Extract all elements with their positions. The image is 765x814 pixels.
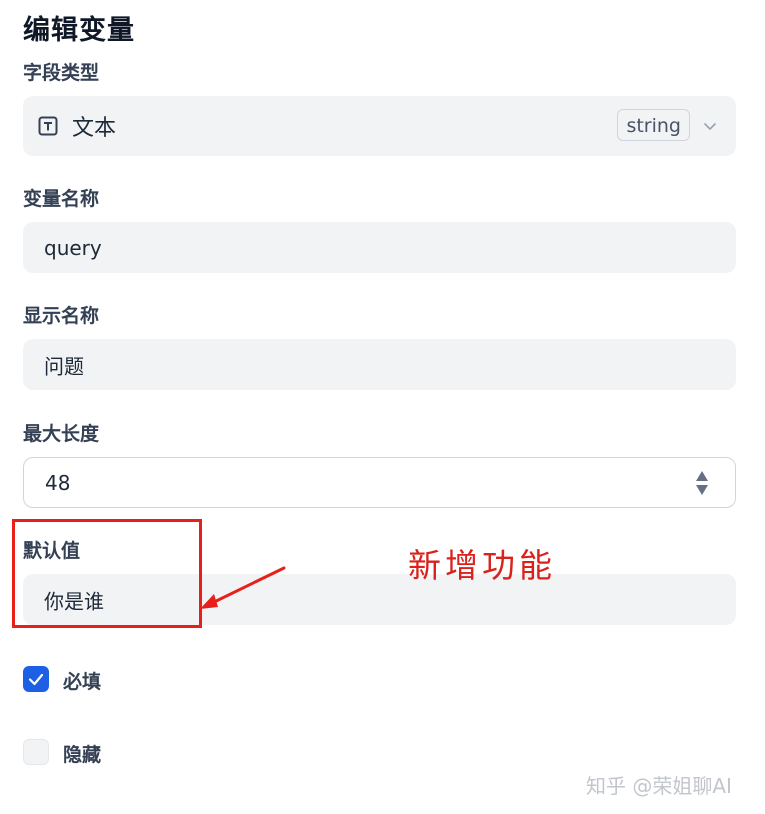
field-type-label: 字段类型 (23, 62, 100, 84)
hidden-checkbox[interactable] (23, 739, 49, 765)
variable-name-label: 变量名称 (23, 188, 100, 210)
annotation-arrow-icon (200, 566, 286, 609)
display-name-value: 问题 (44, 354, 84, 378)
field-type-badge: string (617, 109, 690, 141)
max-length-label: 最大长度 (23, 423, 100, 445)
text-type-icon (38, 116, 58, 136)
field-type-value: 文本 (72, 116, 117, 141)
required-checkbox[interactable] (23, 666, 49, 692)
dialog-title: 编辑变量 (23, 15, 135, 46)
field-type-select[interactable]: 文本 string (23, 96, 736, 156)
chevron-down-icon[interactable] (702, 118, 718, 134)
variable-name-value: query (44, 235, 102, 260)
new-feature-annotation: 新增功能 (408, 546, 556, 585)
display-name-input[interactable]: 问题 (23, 339, 736, 390)
variable-name-input[interactable]: query (23, 222, 736, 273)
hidden-label: 隐藏 (63, 744, 102, 766)
watermark: 知乎 @荣姐聊AI (586, 774, 732, 798)
max-length-value: 48 (45, 470, 71, 495)
display-name-label: 显示名称 (23, 305, 100, 327)
check-icon (28, 673, 44, 686)
required-label: 必填 (63, 671, 102, 693)
highlight-box (12, 519, 202, 628)
max-length-input[interactable]: 48 (23, 457, 736, 508)
number-stepper-icon[interactable] (695, 470, 709, 496)
